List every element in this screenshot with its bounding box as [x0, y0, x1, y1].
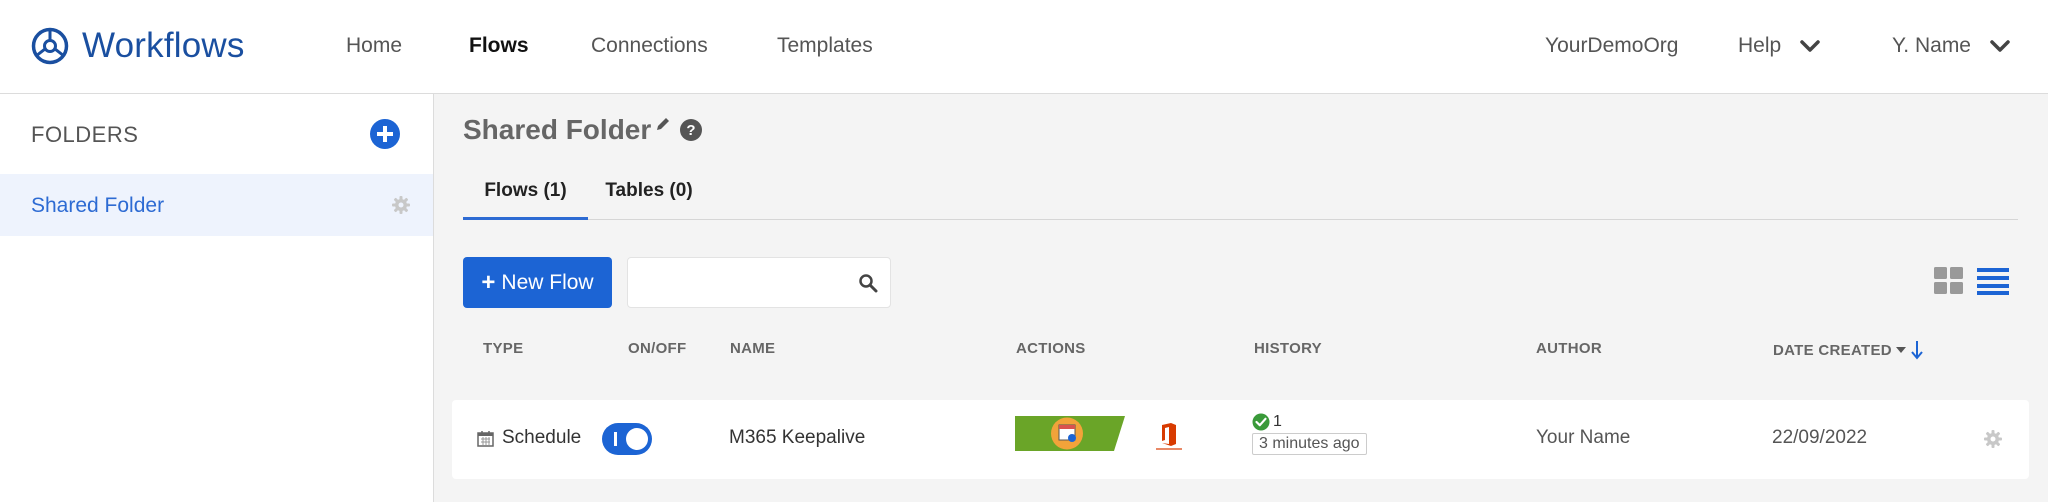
column-header-history[interactable]: HISTORY [1254, 340, 1322, 357]
flow-author: Your Name [1536, 427, 1631, 448]
svg-text:?: ? [687, 122, 696, 139]
org-switcher[interactable]: YourDemoOrg [1545, 34, 1678, 58]
history-success-count: 1 [1252, 413, 1367, 431]
grid-view-icon[interactable] [1934, 267, 1964, 295]
flow-type-label: Schedule [502, 427, 582, 448]
search-input[interactable] [627, 257, 891, 308]
history-time-badge: 3 minutes ago [1252, 433, 1367, 455]
search-icon[interactable] [858, 273, 878, 293]
date-created-label: DATE CREATED [1773, 341, 1892, 359]
folders-heading: FOLDERS [31, 122, 139, 147]
chevron-down-icon [1800, 40, 1820, 52]
app-logo[interactable]: Workflows [30, 26, 245, 66]
tab-flows[interactable]: Flows (1) [463, 174, 588, 220]
nav-home[interactable]: Home [346, 34, 402, 58]
caret-down-icon [1895, 347, 1906, 353]
app-name: Workflows [82, 26, 245, 65]
help-icon[interactable]: ? [679, 118, 703, 142]
user-name: Y. Name [1892, 34, 1971, 57]
column-header-name[interactable]: NAME [730, 340, 775, 357]
new-flow-label: New Flow [501, 270, 594, 294]
sort-descending-arrow-icon[interactable] [1910, 340, 1924, 360]
gear-icon[interactable] [391, 195, 411, 215]
page-title: Shared Folder ? [463, 114, 703, 146]
top-navigation-bar: Workflows Home Flows Connections Templat… [0, 0, 2048, 94]
tab-tables[interactable]: Tables (0) [599, 174, 699, 220]
flow-name[interactable]: M365 Keepalive [729, 427, 865, 449]
folder-tabs: Flows (1) Tables (0) [463, 174, 2018, 220]
schedule-connector-icon [1015, 416, 1125, 451]
toggle-on-indicator [614, 432, 617, 446]
column-header-onoff[interactable]: ON/OFF [628, 340, 686, 357]
nav-flows[interactable]: Flows [469, 34, 529, 58]
flow-history[interactable]: 1 3 minutes ago [1252, 413, 1367, 455]
check-circle-icon [1252, 413, 1270, 431]
history-count: 1 [1273, 413, 1282, 430]
list-view-icon[interactable] [1977, 267, 2009, 295]
main-content: Shared Folder ? Flows (1) Tables (0) + N… [434, 94, 2048, 502]
pencil-icon[interactable] [655, 116, 671, 132]
chevron-down-icon [1990, 40, 2010, 52]
flow-date-created: 22/09/2022 [1772, 427, 1868, 448]
nav-templates[interactable]: Templates [777, 34, 873, 58]
help-label: Help [1738, 34, 1782, 57]
folder-label: Shared Folder [31, 194, 165, 217]
nav-connections[interactable]: Connections [591, 34, 708, 58]
column-header-type[interactable]: TYPE [483, 340, 523, 357]
user-menu[interactable]: Y. Name [1892, 34, 2011, 58]
column-header-actions[interactable]: ACTIONS [1016, 340, 1086, 357]
table-row[interactable]: Schedule M365 Keepalive 1 3 minutes ago … [452, 400, 2029, 479]
flow-type: Schedule [477, 427, 581, 449]
office-365-icon [1156, 423, 1182, 450]
column-header-author[interactable]: AUTHOR [1536, 340, 1602, 357]
folder-title-text: Shared Folder [463, 114, 652, 145]
toggle-knob [626, 428, 648, 450]
add-folder-icon[interactable] [369, 118, 401, 150]
plus-icon: + [481, 268, 496, 296]
help-menu[interactable]: Help [1738, 34, 1821, 58]
new-flow-button[interactable]: + New Flow [463, 257, 612, 308]
calendar-icon [477, 430, 494, 447]
flow-enabled-toggle[interactable] [602, 423, 652, 455]
gear-icon[interactable] [1983, 429, 2003, 449]
column-header-date-created[interactable]: DATE CREATED [1773, 340, 1924, 360]
workflows-logo-icon [31, 27, 69, 65]
folders-sidebar: FOLDERS Shared Folder [0, 94, 434, 502]
sidebar-item-shared-folder[interactable]: Shared Folder [0, 174, 433, 236]
